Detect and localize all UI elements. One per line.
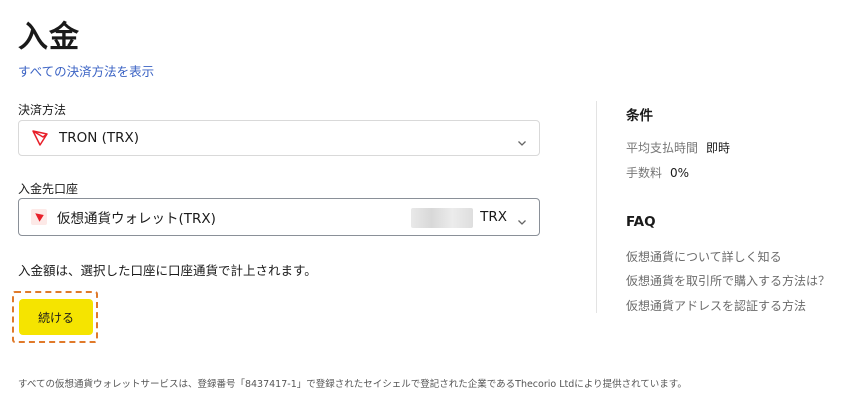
fee-row: 手数料 0% — [626, 164, 689, 181]
continue-button[interactable]: 続ける — [19, 299, 93, 335]
chevron-down-icon — [517, 133, 527, 146]
footer-disclaimer: すべての仮想通貨ウォレットサービスは、登録番号「8437417-1」で登録された… — [18, 379, 687, 390]
faq-link-verify-address[interactable]: 仮想通貨アドレスを認証する方法 — [626, 297, 806, 314]
payment-method-value: TRON (TRX) — [59, 130, 140, 146]
avg-payout-row: 平均支払時間 即時 — [626, 139, 730, 156]
fee-value: 0% — [670, 166, 690, 180]
page-title: 入金 — [18, 20, 80, 55]
faq-link-buy-crypto[interactable]: 仮想通貨を取引所で購入する方法は？ — [626, 272, 830, 289]
fee-key: 手数料 — [626, 166, 663, 180]
conditions-title: 条件 — [626, 108, 653, 124]
avg-payout-value: 即時 — [706, 141, 731, 155]
deposit-account-label: 入金先口座 — [18, 182, 79, 196]
deposit-account-select[interactable]: 仮想通貨ウォレット(TRX) TRX — [18, 198, 540, 236]
avg-payout-key: 平均支払時間 — [626, 141, 699, 155]
tron-wallet-icon — [31, 209, 47, 225]
account-balance-blurred — [411, 208, 473, 228]
faq-link-learn-crypto[interactable]: 仮想通貨について詳しく知る — [626, 248, 782, 265]
continue-button-highlight: 続ける — [12, 291, 98, 343]
tron-logo-icon — [31, 129, 49, 147]
vertical-divider — [596, 101, 597, 313]
deposit-account-value: 仮想通貨ウォレット(TRX) — [57, 211, 216, 227]
show-all-methods-link[interactable]: すべての決済方法を表示 — [18, 61, 154, 80]
chevron-down-icon — [517, 212, 527, 225]
payment-method-label: 決済方法 — [18, 103, 67, 117]
account-currency: TRX — [480, 209, 507, 225]
payment-method-select[interactable]: TRON (TRX) — [18, 120, 540, 156]
faq-title: FAQ — [626, 214, 656, 230]
deposit-info-text: 入金額は、選択した口座に口座通貨で計上されます。 — [18, 263, 317, 278]
